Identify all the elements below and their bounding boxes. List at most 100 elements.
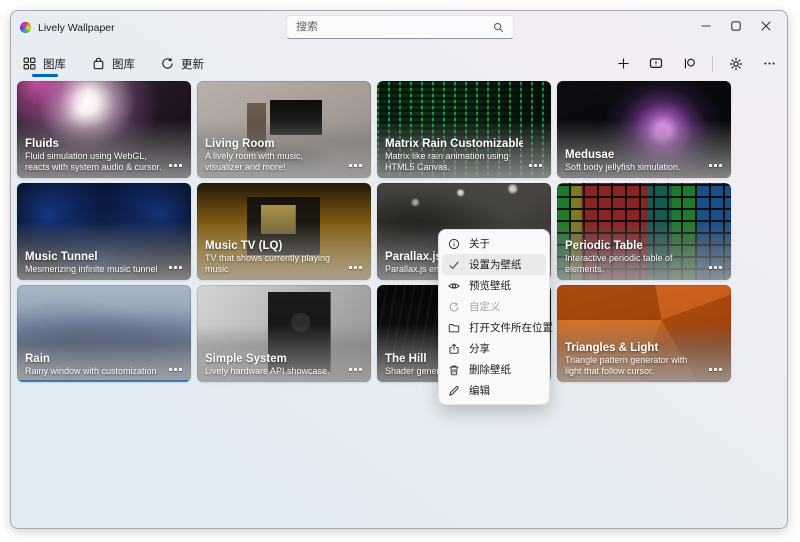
tile-triangles-light[interactable]: Triangles & Light Triangle pattern gener… xyxy=(557,285,731,382)
tile-more-button[interactable] xyxy=(349,368,362,371)
tile-subtitle: Lively hardware API showcase. xyxy=(205,366,330,377)
tile-info: Living Room A lively room with music, vi… xyxy=(205,138,343,174)
tile-subtitle: Soft body jellyfish simulation. xyxy=(565,162,681,173)
tile-info: Periodic Table Interactive periodic tabl… xyxy=(565,240,703,276)
menu-item-label: 自定义 xyxy=(469,301,501,313)
menu-item-open-file-location[interactable]: 打开文件所在位置 xyxy=(442,317,553,338)
tile-periodic-table[interactable]: Periodic Table Interactive periodic tabl… xyxy=(557,183,731,280)
tile-title: Simple System xyxy=(205,353,287,366)
app-window: Lively Wallpaper 搜索 图库 图库 更新 Fluids Flui… xyxy=(10,10,788,529)
window-controls xyxy=(691,13,781,39)
check-icon xyxy=(449,261,459,269)
folder-icon xyxy=(448,323,460,332)
close-icon xyxy=(761,21,771,31)
customize-icon xyxy=(449,302,459,311)
screen: Lively Wallpaper 搜索 图库 图库 更新 Fluids Flui… xyxy=(0,0,800,542)
tile-more-button[interactable] xyxy=(709,164,722,167)
minimize-button[interactable] xyxy=(691,13,721,39)
tab-library[interactable]: 图库 xyxy=(23,47,66,80)
patreon-button[interactable] xyxy=(676,52,702,76)
trash-icon xyxy=(449,365,459,375)
plus-icon xyxy=(617,58,629,69)
tile-info: Simple System Lively hardware API showca… xyxy=(205,353,343,378)
menu-item-label: 编辑 xyxy=(469,385,490,397)
tile-more-button[interactable] xyxy=(349,266,362,269)
menu-item-preview-wallpaper[interactable]: 预览壁纸 xyxy=(442,275,546,296)
tab-updates[interactable]: 更新 xyxy=(161,47,204,80)
tile-more-button[interactable] xyxy=(709,266,722,269)
context-menu: 关于 设置为壁纸 预览壁纸 自定义 打开文件所在位置 分享 删除壁纸 编辑 xyxy=(438,229,553,405)
tile-info: Fluids Fluid simulation using WebGL, rea… xyxy=(25,138,163,174)
search-input[interactable] xyxy=(296,21,493,33)
share-icon xyxy=(449,342,459,354)
menu-item-delete-wallpaper[interactable]: 删除壁纸 xyxy=(442,359,546,380)
tile-info: Music TV (LQ) TV that shows currently pl… xyxy=(205,240,343,276)
tile-music-tunnel[interactable]: Music Tunnel Mesmerizing infinite music … xyxy=(17,183,191,280)
ellipsis-icon xyxy=(763,62,775,65)
tile-more-button[interactable] xyxy=(169,368,182,371)
tile-living-room[interactable]: Living Room A lively room with music, vi… xyxy=(197,81,371,178)
tile-rain[interactable]: Rain Rainy window with customization xyxy=(17,285,191,382)
tile-more-button[interactable] xyxy=(529,164,542,167)
tile-title: Living Room xyxy=(205,137,275,150)
menu-item-label: 设置为壁纸 xyxy=(469,259,522,271)
screen-alert-icon xyxy=(649,58,663,68)
tile-more-button[interactable] xyxy=(349,164,362,167)
tile-info: Rain Rainy window with customization xyxy=(25,353,163,378)
tile-info: Medusae Soft body jellyfish simulation. xyxy=(565,149,703,174)
search-box[interactable] xyxy=(286,15,514,39)
tile-subtitle: Fluid simulation using WebGL, reacts wit… xyxy=(25,150,162,173)
tab-label: 更新 xyxy=(181,58,204,71)
title-bar: Lively Wallpaper xyxy=(11,11,787,47)
menu-item-label: 打开文件所在位置 xyxy=(469,322,553,334)
active-wallpapers-button[interactable] xyxy=(643,52,669,76)
tile-subtitle: Triangle pattern generator with light th… xyxy=(565,354,688,377)
menu-item-label: 分享 xyxy=(469,343,490,355)
app-logo-icon xyxy=(20,22,31,33)
wallpaper-grid: Fluids Fluid simulation using WebGL, rea… xyxy=(17,81,731,382)
add-wallpaper-button[interactable] xyxy=(610,52,636,76)
active-wallpaper-indicator xyxy=(17,380,191,382)
menu-item-edit[interactable]: 编辑 xyxy=(442,380,546,401)
tile-title: Rain xyxy=(25,353,50,366)
tile-title: Medusae xyxy=(565,149,615,162)
tile-subtitle: TV that shows currently playing music xyxy=(205,252,331,275)
tile-more-button[interactable] xyxy=(169,164,182,167)
tile-more-button[interactable] xyxy=(169,266,182,269)
menu-item-share[interactable]: 分享 xyxy=(442,338,546,359)
toolbar-actions xyxy=(610,47,782,80)
grid-icon xyxy=(23,57,36,70)
maximize-icon xyxy=(731,21,741,31)
maximize-button[interactable] xyxy=(721,13,751,39)
menu-item-customize: 自定义 xyxy=(442,296,546,317)
tile-fluids[interactable]: Fluids Fluid simulation using WebGL, rea… xyxy=(17,81,191,178)
tile-simple-system[interactable]: Simple System Lively hardware API showca… xyxy=(197,285,371,382)
tile-matrix-rain[interactable]: Matrix Rain Customizable Matrix like rai… xyxy=(377,81,551,178)
patreon-icon xyxy=(684,58,695,69)
menu-item-set-as-wallpaper[interactable]: 设置为壁纸 xyxy=(442,254,546,275)
tile-info: Music Tunnel Mesmerizing infinite music … xyxy=(25,251,163,276)
settings-button[interactable] xyxy=(723,52,749,76)
menu-item-label: 删除壁纸 xyxy=(469,364,511,376)
tab-label: 图库 xyxy=(112,58,135,71)
eye-icon xyxy=(448,282,460,289)
menu-item-about[interactable]: 关于 xyxy=(442,233,546,254)
refresh-icon xyxy=(162,58,173,69)
tile-music-tv[interactable]: Music TV (LQ) TV that shows currently pl… xyxy=(197,183,371,280)
tile-title: Music TV (LQ) xyxy=(205,239,283,252)
toolbar-divider xyxy=(712,55,713,72)
tile-medusae[interactable]: Medusae Soft body jellyfish simulation. xyxy=(557,81,731,178)
info-icon xyxy=(448,238,460,249)
menu-item-label: 关于 xyxy=(469,238,490,250)
tab-gallery-store[interactable]: 图库 xyxy=(92,47,135,80)
minimize-icon xyxy=(701,25,711,27)
tile-title: Triangles & Light xyxy=(565,341,659,354)
tile-subtitle: Interactive periodic table of elements. xyxy=(565,252,673,275)
search-icon xyxy=(493,22,504,32)
tab-label: 图库 xyxy=(43,58,66,71)
menu-item-label: 预览壁纸 xyxy=(469,280,511,292)
close-button[interactable] xyxy=(751,13,781,39)
tile-more-button[interactable] xyxy=(709,368,722,371)
more-options-button[interactable] xyxy=(756,52,782,76)
tile-subtitle: A lively room with music, visualizer and… xyxy=(205,150,304,173)
